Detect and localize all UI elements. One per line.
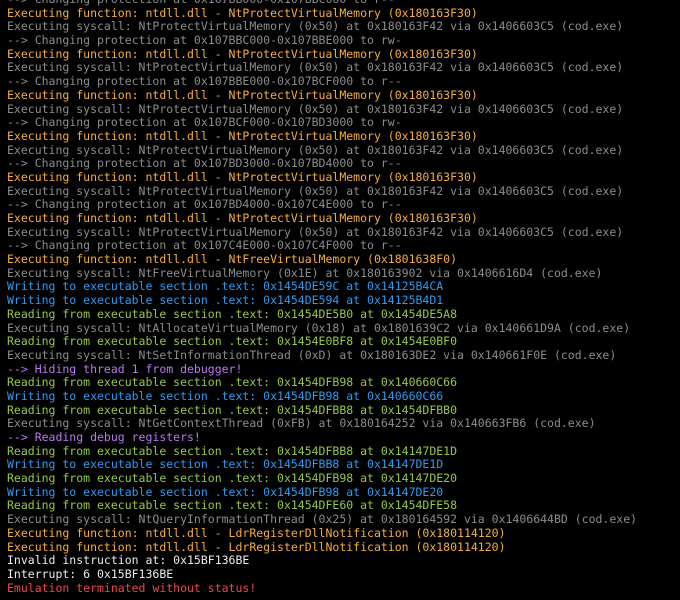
log-line-func: Executing function: ntdll.dll - NtProtec… bbox=[7, 169, 478, 184]
log-line-syscall: Executing syscall: NtProtectVirtualMemor… bbox=[7, 224, 624, 239]
log-line-hide: --> Reading debug registers! bbox=[7, 430, 201, 444]
log-line-protect: --> Changing protection at 0x107BD4000-0… bbox=[7, 197, 402, 212]
log-line-write: Writing to executable section .text: 0x1… bbox=[7, 293, 444, 308]
log-line-protect: --> Changing protection at 0x107BBE000-0… bbox=[7, 74, 402, 89]
log-line-syscall: Executing syscall: NtProtectVirtualMemor… bbox=[7, 101, 624, 116]
log-line-invalid: Invalid instruction at: 0x15BF136BE bbox=[7, 553, 250, 568]
log-line-error: Emulation terminated without status! bbox=[7, 580, 257, 595]
log-line-read: Reading from executable section .text: 0… bbox=[7, 306, 458, 321]
log-line-protect: --> Changing protection at 0x107BCF000-0… bbox=[7, 115, 402, 130]
log-line-hide: --> Hiding thread 1 from debugger! bbox=[7, 361, 243, 376]
log-line-read: Reading from executable section .text: 0… bbox=[7, 375, 458, 390]
log-line-protect: --> Changing protection at 0x107BBC000-0… bbox=[7, 33, 402, 48]
log-line-func: Executing function: ntdll.dll - NtProtec… bbox=[7, 46, 478, 61]
log-line-syscall: Executing syscall: NtProtectVirtualMemor… bbox=[7, 183, 624, 198]
log-line-syscall: Executing syscall: NtAllocateVirtualMemo… bbox=[7, 320, 631, 335]
log-line-protect: --> Changing protection at 0x107C4E000-0… bbox=[7, 238, 402, 253]
terminal-output: --> Changing protection at 0x107BB000-0x… bbox=[0, 0, 680, 595]
log-line-read: Reading from executable section .text: 0… bbox=[7, 334, 458, 349]
log-line-syscall: Executing syscall: NtProtectVirtualMemor… bbox=[7, 19, 624, 34]
log-line-write: Writing to executable section .text: 0x1… bbox=[7, 388, 444, 403]
log-line-syscall: Executing syscall: NtGetContextThread (0… bbox=[7, 416, 596, 431]
log-line-read: Reading from executable section .text: 0… bbox=[7, 498, 458, 513]
log-line-func: Executing function: ntdll.dll - LdrRegis… bbox=[7, 525, 506, 540]
log-line-write: Writing to executable section .text: 0x1… bbox=[7, 484, 444, 499]
log-line-read: Reading from executable section .text: 0… bbox=[7, 402, 458, 417]
log-line-syscall: Executing syscall: NtSetInformationThrea… bbox=[7, 347, 617, 362]
log-line-syscall: Executing syscall: NtFreeVirtualMemory (… bbox=[7, 265, 603, 280]
log-line-syscall: Executing syscall: NtQueryInformationThr… bbox=[7, 512, 638, 527]
log-line-syscall: Executing syscall: NtProtectVirtualMemor… bbox=[7, 142, 624, 157]
log-line-func: Executing function: ntdll.dll - LdrRegis… bbox=[7, 539, 506, 554]
log-line-func: Executing function: ntdll.dll - NtProtec… bbox=[7, 5, 478, 20]
log-line-invalid: Interrupt: 6 0x15BF136BE bbox=[7, 566, 174, 581]
log-line-func: Executing function: ntdll.dll - NtProtec… bbox=[7, 87, 478, 102]
log-line-read: Reading from executable section .text: 0… bbox=[7, 443, 458, 458]
log-line-syscall: Executing syscall: NtProtectVirtualMemor… bbox=[7, 60, 624, 75]
log-line-write: Writing to executable section .text: 0x1… bbox=[7, 279, 444, 294]
log-line-func: Executing function: ntdll.dll - NtProtec… bbox=[7, 128, 478, 143]
log-line-read: Reading from executable section .text: 0… bbox=[7, 471, 458, 486]
log-line-write: Writing to executable section .text: 0x1… bbox=[7, 457, 444, 472]
log-line-protect: --> Changing protection at 0x107BD3000-0… bbox=[7, 156, 402, 171]
log-line-func: Executing function: ntdll.dll - NtProtec… bbox=[7, 211, 478, 225]
log-line-func: Executing function: ntdll.dll - NtFreeVi… bbox=[7, 252, 458, 267]
